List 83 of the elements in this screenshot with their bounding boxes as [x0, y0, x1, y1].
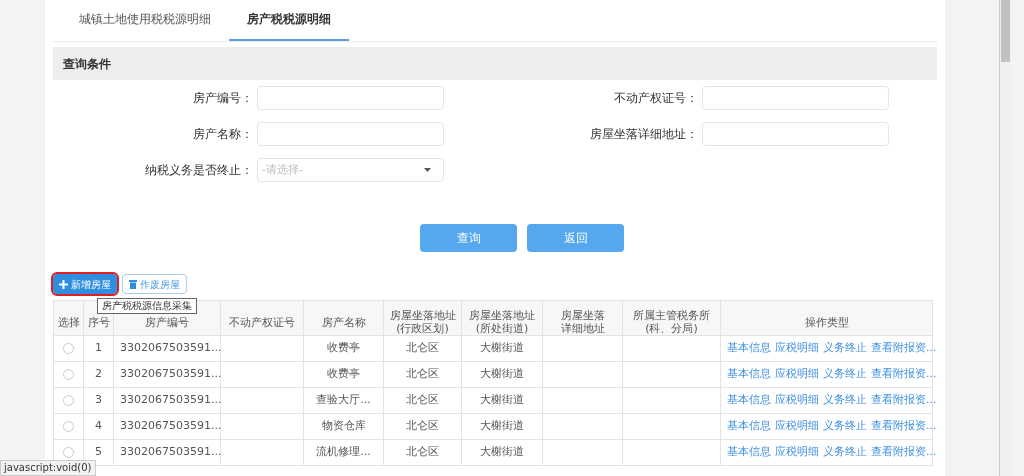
action-link[interactable]: 应税明细	[775, 392, 819, 409]
table-cell: 北仑区	[406, 419, 439, 433]
action-button[interactable]: 返回	[527, 224, 624, 252]
table-cell: 大榭街道	[480, 341, 524, 355]
action-link[interactable]: 基本信息	[727, 340, 771, 357]
table-cell: 收费亭	[327, 341, 360, 355]
action-link[interactable]: 查看附报资...	[871, 366, 937, 383]
column-header: 操作类型	[803, 315, 850, 329]
column-header: 房屋坐落	[559, 309, 606, 322]
action-link[interactable]: 义务终止	[823, 340, 867, 357]
table-cell: 3302067503591...	[120, 445, 222, 459]
action-link[interactable]: 查看附报资...	[871, 418, 937, 435]
table-cell: 3302067503591...	[120, 393, 222, 407]
table-cell: 大榭街道	[480, 393, 524, 407]
table-cell: 物资仓库	[321, 419, 366, 433]
column-header: 房产名称	[320, 315, 367, 329]
table-cell: 5	[95, 445, 102, 459]
action-link[interactable]: 基本信息	[727, 392, 771, 409]
input-field[interactable]	[257, 122, 444, 146]
column-header: 详细地址	[559, 322, 606, 335]
add-house-button[interactable]: 新增房屋	[53, 274, 117, 294]
input-field[interactable]	[702, 86, 889, 110]
table-cell: 大榭街道	[480, 367, 524, 381]
caret-icon	[424, 168, 431, 172]
action-button[interactable]: 查询	[420, 224, 517, 252]
field-label: 纳税义务是否终止：	[144, 162, 253, 179]
action-link[interactable]: 查看附报资...	[871, 392, 937, 409]
action-link[interactable]: 查看附报资...	[871, 444, 937, 461]
table-cell: 3	[95, 393, 102, 407]
status-bar: javascript:void(0)	[0, 460, 96, 476]
field-label: 房产编号：	[192, 90, 253, 107]
action-link[interactable]: 应税明细	[775, 366, 819, 383]
table-cell: 2	[95, 367, 102, 381]
table-cell: 1	[95, 341, 102, 355]
column-header: 不动产权证号	[228, 315, 296, 329]
table-cell: 流机修理...	[316, 445, 371, 459]
scrollbar[interactable]	[999, 0, 1011, 476]
column-header: 房产编号	[144, 315, 190, 329]
select-placeholder: -请选择-	[262, 161, 303, 178]
table-cell: 大榭街道	[480, 419, 524, 433]
column-header: (科、分局)	[644, 322, 699, 335]
column-header: 所属主管税务所	[632, 309, 711, 322]
field-label: 不动产权证号：	[613, 90, 698, 107]
action-link[interactable]: 基本信息	[727, 366, 771, 383]
table-cell: 北仑区	[406, 445, 439, 459]
column-header: (行政区划)	[395, 322, 450, 335]
table-cell: 大榭街道	[480, 445, 524, 459]
column-header: 选择	[56, 315, 81, 329]
table-cell: 3302067503591...	[120, 419, 222, 433]
column-header: 房屋坐落地址	[388, 309, 457, 322]
input-field[interactable]	[702, 122, 889, 146]
table-cell: 北仑区	[406, 393, 439, 407]
section-header: 查询条件	[53, 47, 937, 80]
column-header: 房屋坐落地址	[468, 309, 536, 322]
table-cell: 北仑区	[406, 367, 439, 381]
table-cell: 3302067503591...	[120, 341, 222, 355]
column-header: (所处街道)	[474, 322, 530, 335]
table-cell: 收费亭	[327, 367, 360, 381]
table-cell: 查验大厅...	[316, 393, 371, 407]
action-link[interactable]: 义务终止	[823, 418, 867, 435]
field-label: 房产名称：	[192, 126, 253, 143]
tab[interactable]: 房产税税源明细	[229, 0, 349, 41]
table-cell: 北仑区	[406, 341, 439, 355]
action-link[interactable]: 基本信息	[727, 444, 771, 461]
trash-icon	[129, 279, 137, 289]
plus-icon	[59, 279, 68, 289]
action-link[interactable]: 基本信息	[727, 418, 771, 435]
input-field[interactable]	[257, 86, 444, 110]
table-cell: 4	[95, 419, 102, 433]
tooltip: 房产税税源信息采集	[97, 298, 197, 314]
void-house-button[interactable]: 作废房屋	[122, 274, 187, 294]
select-field[interactable]: -请选择-	[257, 158, 444, 182]
action-link[interactable]: 查看附报资...	[871, 340, 937, 357]
action-link[interactable]: 应税明细	[775, 340, 819, 357]
action-link[interactable]: 应税明细	[775, 418, 819, 435]
action-link[interactable]: 义务终止	[823, 444, 867, 461]
action-link[interactable]: 义务终止	[823, 366, 867, 383]
action-link[interactable]: 义务终止	[823, 392, 867, 409]
tab[interactable]: 城镇土地使用税税源明细	[61, 0, 229, 41]
action-link[interactable]: 应税明细	[775, 444, 819, 461]
column-header: 序号	[86, 315, 111, 329]
field-label: 房屋坐落详细地址：	[589, 126, 698, 143]
table-cell: 3302067503591...	[120, 367, 222, 381]
